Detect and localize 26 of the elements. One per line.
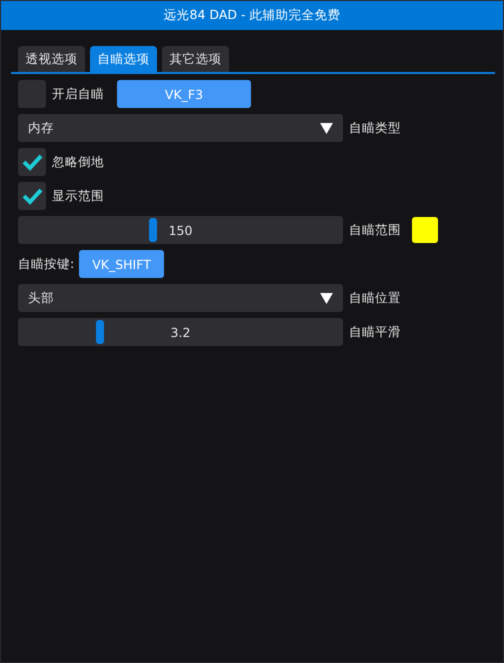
checkbox-label: 显示范围 bbox=[52, 188, 105, 204]
dropdown-label: 自瞄位置 bbox=[349, 290, 401, 306]
tab[interactable]: 自瞄选项 bbox=[90, 46, 157, 72]
slider[interactable]: 3.2 bbox=[18, 318, 343, 346]
slider-thumb[interactable] bbox=[148, 218, 157, 242]
slider-value: 3.2 bbox=[170, 324, 190, 340]
slider-thumb[interactable] bbox=[96, 320, 104, 344]
dropdown[interactable]: 头部 bbox=[18, 284, 343, 312]
tab[interactable]: 其它选项 bbox=[162, 46, 229, 72]
color-swatch[interactable] bbox=[412, 217, 438, 243]
caret-icon bbox=[320, 122, 333, 134]
caret-icon bbox=[320, 292, 333, 304]
checkbox[interactable] bbox=[18, 148, 46, 176]
hotkey-label: 自瞄按键: bbox=[18, 256, 74, 272]
checkbox-label: 忽略倒地 bbox=[52, 154, 105, 170]
tab[interactable]: 透视选项 bbox=[18, 46, 85, 72]
slider-value: 150 bbox=[168, 222, 192, 238]
checkbox-label: 开启自瞄 bbox=[52, 86, 105, 102]
slider[interactable]: 150 bbox=[18, 216, 343, 244]
dropdown[interactable]: 内存 bbox=[18, 114, 343, 142]
checkbox[interactable] bbox=[18, 80, 46, 108]
window-title: 远光84 DAD - 此辅助完全免费 bbox=[1, 1, 503, 30]
slider-label: 自瞄范围 bbox=[349, 222, 401, 238]
dropdown-label: 自瞄类型 bbox=[349, 120, 401, 136]
slider-label: 自瞄平滑 bbox=[349, 324, 401, 340]
checkbox[interactable] bbox=[18, 182, 46, 210]
